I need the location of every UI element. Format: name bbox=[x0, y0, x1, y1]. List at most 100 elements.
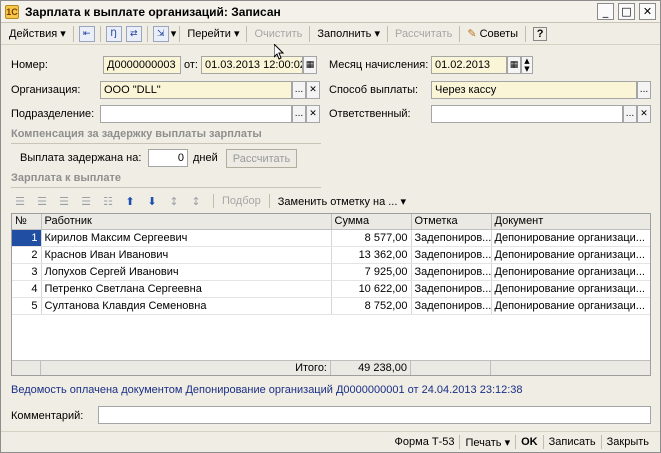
clear-table-icon[interactable]: ☷ bbox=[99, 193, 117, 209]
number-field[interactable]: Д0000000003 bbox=[103, 56, 181, 74]
fill-label: Заполнить bbox=[317, 27, 372, 40]
maximize-button[interactable]: □ bbox=[618, 3, 635, 20]
main-toolbar: Действия ▾ ⇤ Ŋ ⇄ ⇲ ▾ Перейти ▾ Очистить З… bbox=[1, 23, 660, 45]
month-field[interactable]: 01.02.2013 bbox=[431, 56, 507, 74]
org-select-button[interactable]: ... bbox=[292, 81, 306, 99]
col-document[interactable]: Документ bbox=[491, 214, 650, 230]
row-document[interactable]: Депонирование организаци... bbox=[491, 297, 650, 315]
back-arrow-icon[interactable]: ⇤ bbox=[78, 25, 95, 42]
date-field[interactable]: 01.03.2013 12:00:02 bbox=[201, 56, 303, 74]
calendar-icon[interactable]: ▦ bbox=[303, 56, 317, 74]
delete-row-icon[interactable]: ☰ bbox=[77, 193, 95, 209]
actions-menu[interactable]: Действия ▾ bbox=[5, 24, 70, 44]
col-sum[interactable]: Сумма bbox=[331, 214, 412, 230]
col-worker[interactable]: Работник bbox=[41, 214, 332, 230]
org-clear-icon[interactable]: ✕ bbox=[306, 81, 320, 99]
row-document[interactable]: Депонирование организаци... bbox=[491, 246, 650, 264]
row-sum[interactable]: 8 577,00 bbox=[331, 229, 412, 247]
doc-link-icon[interactable]: ⇄ bbox=[125, 25, 142, 42]
dept-field[interactable] bbox=[100, 105, 292, 123]
row-mark[interactable]: Задепониров... bbox=[411, 297, 492, 315]
table-row[interactable]: 2 Краснов Иван Иванович 13 362,00 Задепо… bbox=[12, 246, 650, 264]
payment-info-link[interactable]: Ведомость оплачена документом Депонирова… bbox=[11, 384, 523, 396]
row-mark[interactable]: Задепониров... bbox=[411, 246, 492, 264]
payment-method-field[interactable]: Через кассу bbox=[431, 81, 637, 99]
form-t53-button[interactable]: Форма Т-53 bbox=[390, 436, 460, 448]
col-number[interactable]: № bbox=[12, 214, 42, 230]
bottom-bar: Форма Т-53 Печать ▾ OK Записать Закрыть bbox=[1, 431, 660, 452]
edit-row-icon[interactable]: ☰ bbox=[55, 193, 73, 209]
tips-label: Советы bbox=[479, 27, 519, 40]
row-number[interactable]: 2 bbox=[12, 246, 42, 264]
replace-mark-menu[interactable]: Заменить отметку на ... ▾ bbox=[274, 195, 410, 208]
selection-button[interactable]: Подбор bbox=[218, 195, 265, 207]
fill-menu[interactable]: Заполнить ▾ bbox=[313, 24, 384, 44]
dept-clear-icon[interactable]: ✕ bbox=[306, 105, 320, 123]
row-sum[interactable]: 10 622,00 bbox=[331, 280, 412, 298]
actions-label: Действия bbox=[9, 27, 58, 40]
tips-button[interactable]: ✎ Советы bbox=[463, 24, 522, 44]
month-spin-icon[interactable]: ▲ ▼ bbox=[521, 56, 533, 74]
close-form-button[interactable]: Закрыть bbox=[602, 436, 654, 448]
row-worker[interactable]: Краснов Иван Иванович bbox=[41, 246, 332, 264]
dept-select-button[interactable]: ... bbox=[292, 105, 306, 123]
print-menu[interactable]: Печать ▾ bbox=[460, 436, 515, 449]
compensation-divider bbox=[11, 143, 321, 144]
save-button[interactable]: Записать bbox=[544, 436, 601, 448]
responsible-label: Ответственный: bbox=[329, 108, 411, 120]
copy-row-icon[interactable]: ☰ bbox=[33, 193, 51, 209]
add-row-icon[interactable]: ☰ bbox=[11, 193, 29, 209]
days-label: дней bbox=[193, 152, 218, 164]
payment-label: Способ выплаты: bbox=[329, 84, 419, 96]
close-button[interactable]: ✕ bbox=[639, 3, 656, 20]
clear-button[interactable]: Очистить bbox=[250, 24, 306, 44]
row-sum[interactable]: 13 362,00 bbox=[331, 246, 412, 264]
row-worker[interactable]: Лопухов Сергей Иванович bbox=[41, 263, 332, 281]
payment-select-button[interactable]: ... bbox=[637, 81, 651, 99]
row-mark[interactable]: Задепониров... bbox=[411, 280, 492, 298]
comment-field[interactable] bbox=[98, 406, 651, 424]
move-up-icon[interactable]: ⬆ bbox=[121, 193, 139, 209]
row-worker[interactable]: Султанова Клавдия Семеновна bbox=[41, 297, 332, 315]
table-row[interactable]: 3 Лопухов Сергей Иванович 7 925,00 Задеп… bbox=[12, 263, 650, 281]
table-row[interactable]: 1 Кирилов Максим Сергеевич 8 577,00 Заде… bbox=[12, 229, 650, 247]
ok-button[interactable]: OK bbox=[516, 436, 543, 448]
based-on-icon[interactable]: ⇲ bbox=[152, 25, 169, 42]
row-mark[interactable]: Задепониров... bbox=[411, 263, 492, 281]
row-document[interactable]: Депонирование организаци... bbox=[491, 263, 650, 281]
row-number[interactable]: 3 bbox=[12, 263, 42, 281]
col-mark[interactable]: Отметка bbox=[411, 214, 492, 230]
goto-menu[interactable]: Перейти ▾ bbox=[183, 24, 243, 44]
print-label: Печать bbox=[465, 436, 502, 449]
minimize-button[interactable]: _ bbox=[597, 3, 614, 20]
row-document[interactable]: Депонирование организаци... bbox=[491, 280, 650, 298]
delay-days-field[interactable]: 0 bbox=[148, 149, 188, 167]
compensation-calc-button[interactable]: Рассчитать bbox=[226, 149, 297, 168]
number-label: Номер: bbox=[11, 59, 48, 71]
table-row[interactable]: 5 Султанова Клавдия Семеновна 8 752,00 З… bbox=[12, 297, 650, 315]
row-number[interactable]: 4 bbox=[12, 280, 42, 298]
table-row[interactable]: 4 Петренко Светлана Сергеевна 10 622,00 … bbox=[12, 280, 650, 298]
based-on-dropdown-icon[interactable]: ▾ bbox=[171, 27, 177, 40]
row-number[interactable]: 1 bbox=[12, 229, 42, 247]
move-down-icon[interactable]: ⬇ bbox=[143, 193, 161, 209]
calculate-button[interactable]: Рассчитать bbox=[391, 24, 456, 44]
help-icon: ? bbox=[533, 26, 548, 41]
title-bar: 1С Зарплата к выплате организаций: Запис… bbox=[1, 1, 660, 23]
row-sum[interactable]: 7 925,00 bbox=[331, 263, 412, 281]
month-calendar-icon[interactable]: ▦ bbox=[507, 56, 521, 74]
responsible-clear-icon[interactable]: ✕ bbox=[637, 105, 651, 123]
row-document[interactable]: Депонирование организаци... bbox=[491, 229, 650, 247]
row-mark[interactable]: Задепониров... bbox=[411, 229, 492, 247]
sort-asc-icon[interactable]: ↕ bbox=[165, 193, 183, 209]
responsible-select-button[interactable]: ... bbox=[623, 105, 637, 123]
row-worker[interactable]: Кирилов Максим Сергеевич bbox=[41, 229, 332, 247]
struct-doc-icon[interactable]: Ŋ bbox=[105, 25, 122, 42]
help-button[interactable]: ? bbox=[529, 24, 551, 44]
sort-desc-icon[interactable]: ↕ bbox=[187, 193, 205, 209]
row-worker[interactable]: Петренко Светлана Сергеевна bbox=[41, 280, 332, 298]
org-field[interactable]: ООО "DLL" bbox=[100, 81, 292, 99]
row-number[interactable]: 5 bbox=[12, 297, 42, 315]
responsible-field[interactable] bbox=[431, 105, 623, 123]
row-sum[interactable]: 8 752,00 bbox=[331, 297, 412, 315]
